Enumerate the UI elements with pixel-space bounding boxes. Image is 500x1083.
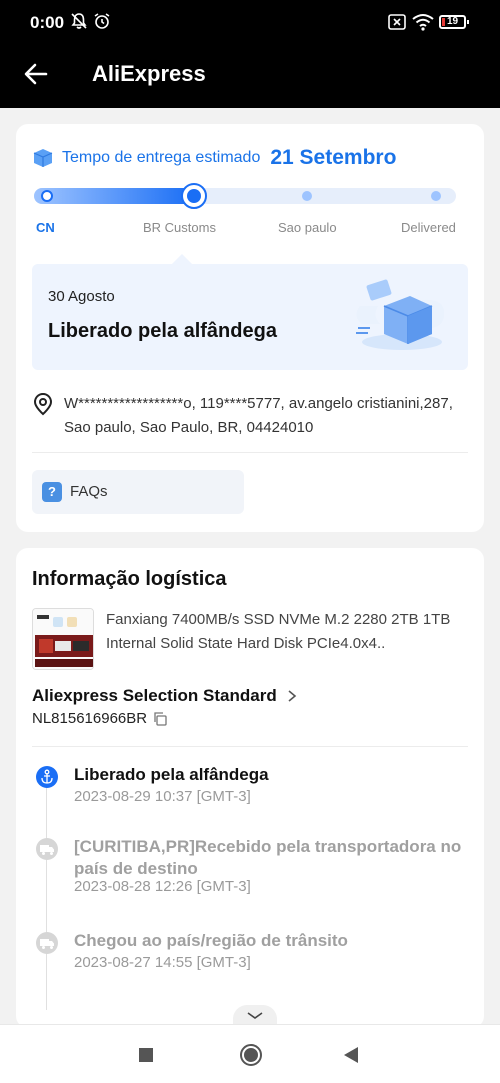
tracking-number-row: NL815616966BR — [32, 710, 167, 727]
divider — [32, 452, 468, 453]
event-time: 2023-08-28 12:26 [GMT-3] — [74, 878, 251, 895]
location-pin-icon — [33, 392, 53, 416]
eta-label: Tempo de entrega estimado — [62, 149, 261, 166]
question-icon: ? — [42, 482, 62, 502]
silent-bell-icon — [71, 13, 87, 29]
eta-date: 21 Setembro — [270, 146, 397, 169]
eta-row: Tempo de entrega estimado 21 Setembro — [32, 144, 396, 172]
latest-status-box: 30 Agosto Liberado pela alfândega — [32, 254, 468, 370]
truck-icon — [36, 932, 58, 954]
carrier-row[interactable]: Aliexpress Selection Standard — [32, 686, 299, 706]
logistics-card: Informação logística Fanxiang 7400MB/s S… — [16, 548, 484, 1028]
latest-status-date: 30 Agosto — [48, 288, 115, 305]
faq-label: FAQs — [70, 483, 108, 500]
app-header: AliExpress — [0, 44, 500, 108]
product-thumbnail[interactable] — [32, 608, 94, 670]
customs-package-illustration — [356, 279, 445, 350]
anchor-icon — [36, 766, 58, 788]
carrier-name: Aliexpress Selection Standard — [32, 686, 277, 705]
chevron-right-icon — [288, 690, 296, 702]
stage-label-cn: CN — [36, 220, 55, 235]
delivery-card: Tempo de entrega estimado 21 Setembro CN… — [16, 124, 484, 532]
event-time: 2023-08-27 14:55 [GMT-3] — [74, 954, 251, 971]
product-name[interactable]: Fanxiang 7400MB/s SSD NVMe M.2 2280 2TB … — [106, 608, 452, 656]
address-text: W******************o, 119****5777, av.an… — [64, 395, 453, 436]
page-title: AliExpress — [92, 61, 206, 86]
truck-icon — [36, 838, 58, 860]
copy-icon[interactable] — [153, 711, 167, 726]
logistics-title: Informação logística — [32, 568, 227, 590]
alarm-icon — [94, 13, 110, 29]
stage-label-br-customs: BR Customs — [143, 220, 216, 235]
status-bar: 0:00 19 — [0, 0, 500, 44]
faq-button[interactable]: ? FAQs — [32, 470, 244, 514]
event-title: [CURITIBA,PR]Recebido pela transportador… — [74, 837, 462, 878]
chevron-down-icon — [247, 1012, 263, 1019]
sim-off-icon — [388, 14, 406, 30]
stage-node-current — [181, 183, 207, 209]
package-icon — [33, 149, 53, 167]
recent-apps-icon[interactable] — [138, 1047, 154, 1063]
stage-node-cn — [41, 190, 53, 202]
event-time: 2023-08-29 10:37 [GMT-3] — [74, 788, 251, 805]
event-title: Liberado pela alfândega — [74, 765, 269, 784]
battery-icon: 19 — [439, 15, 469, 29]
status-time: 0:00 — [30, 13, 65, 32]
ssd-product-image — [33, 609, 93, 669]
system-nav-bar — [0, 1024, 500, 1083]
latest-status-title: Liberado pela alfândega — [48, 320, 277, 342]
tracking-number: NL815616966BR — [32, 710, 148, 727]
progress-track — [34, 183, 456, 209]
stage-label-sao-paulo: Sao paulo — [278, 220, 337, 235]
arrow-left-icon[interactable] — [22, 60, 50, 88]
stage-node-sao-paulo — [302, 191, 312, 201]
stage-node-delivered — [431, 191, 441, 201]
back-icon[interactable] — [343, 1046, 359, 1064]
progress-fill — [34, 188, 194, 204]
event-title: Chegou ao país/região de trânsito — [74, 931, 348, 950]
divider — [32, 746, 468, 747]
home-icon[interactable] — [239, 1043, 263, 1067]
stage-label-delivered: Delivered — [401, 220, 456, 235]
timeline-line — [46, 780, 47, 1010]
wifi-icon — [412, 14, 434, 31]
